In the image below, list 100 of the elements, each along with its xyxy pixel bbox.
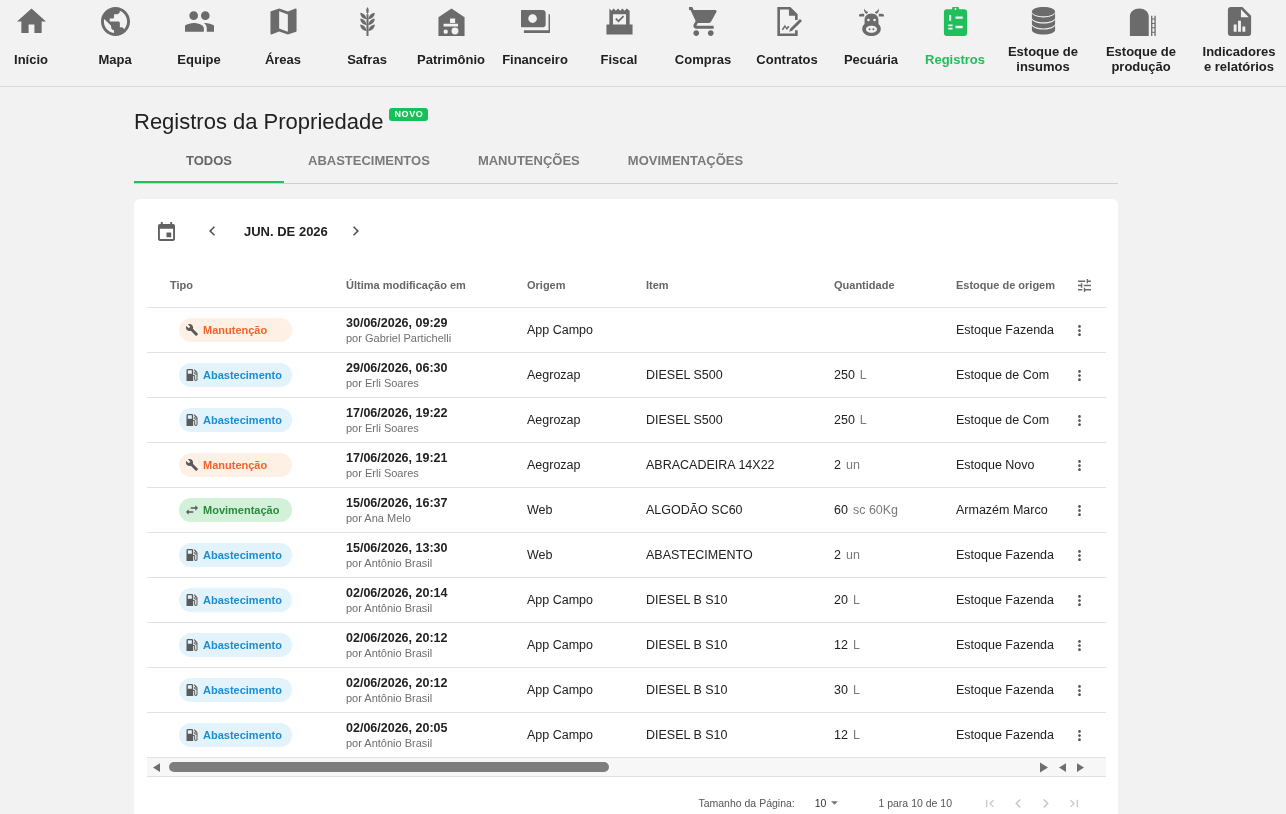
arrow-right-icon[interactable] [1040, 761, 1048, 773]
sliders-icon [1077, 278, 1091, 292]
arrow-left-icon[interactable] [1059, 762, 1066, 772]
more-vertical-icon [1077, 594, 1081, 606]
cart-icon [688, 7, 718, 36]
modified-date: 17/06/2026, 19:22 [346, 405, 448, 421]
last-page-icon [1070, 798, 1078, 808]
modified-date: 17/06/2026, 19:21 [346, 450, 448, 466]
type-label: Abastecimento [203, 729, 282, 741]
nav-item[interactable]: Áreas [241, 0, 325, 86]
column-header[interactable]: Estoque de origem [956, 279, 1056, 291]
modified-date: 02/06/2026, 20:14 [346, 585, 448, 601]
modified-date: 02/06/2026, 20:12 [346, 675, 448, 691]
column-header[interactable]: Última modificação em [346, 279, 466, 291]
stock-name: Estoque Fazenda [956, 593, 1054, 607]
nav-item[interactable]: Compras [661, 0, 745, 86]
quantity-unit: L [852, 683, 860, 697]
nav-item[interactable]: Contratos [745, 0, 829, 86]
tab[interactable]: TODOS [134, 137, 284, 183]
nav-item[interactable]: Início [0, 0, 62, 86]
item-name: ABASTECIMENTO [646, 548, 753, 562]
modified-date: 29/06/2026, 06:30 [346, 360, 448, 376]
quantity-value: 12 [834, 728, 848, 742]
page-range: 1 para 10 de 10 [878, 797, 952, 809]
more-vertical-icon [1077, 639, 1081, 651]
nav-item[interactable]: Equipe [157, 0, 241, 86]
column-header[interactable]: Origem [527, 279, 566, 291]
quantity-value: 2 [834, 458, 841, 472]
quantity-value: 250 [834, 368, 855, 382]
page-size-select[interactable]: 10 [814, 795, 839, 811]
receipt-check-icon [604, 7, 634, 36]
type-label: Abastecimento [203, 369, 282, 381]
tab[interactable]: MOVIMENTAÇÕES [603, 137, 768, 183]
fuel-pump-icon [186, 594, 198, 606]
nav-item[interactable]: Pecuária [829, 0, 913, 86]
barn-tractor-icon [436, 7, 466, 36]
quantity-value: 30 [834, 683, 848, 697]
fuel-pump-icon [186, 549, 198, 561]
nav-item[interactable]: Financeiro [493, 0, 577, 86]
wrench-icon [186, 324, 198, 336]
more-vertical-icon [1077, 549, 1081, 561]
nav-item[interactable]: Safras [325, 0, 409, 86]
column-header[interactable]: Item [646, 279, 669, 291]
banknotes-icon [520, 7, 550, 36]
item-name: DIESEL B S10 [646, 638, 728, 652]
nav-item[interactable]: Estoque de produção [1089, 0, 1193, 86]
month-label: JUN. DE 2026 [244, 223, 328, 239]
map-icon [268, 7, 298, 36]
nav-item[interactable]: Mapa [73, 0, 157, 86]
item-name: DIESEL B S10 [646, 728, 728, 742]
quantity-value: 60 [834, 503, 848, 517]
tab[interactable]: ABASTECIMENTOS [284, 137, 454, 183]
stock-name: Estoque Fazenda [956, 323, 1054, 337]
fuel-pump-icon [186, 414, 198, 426]
stock-name: Estoque Fazenda [956, 638, 1054, 652]
nav-item[interactable]: Indicadores e relatórios [1193, 0, 1285, 86]
origin-name: Aegrozap [527, 458, 581, 472]
origin-name: Aegrozap [527, 368, 581, 382]
modified-by: por Ana Melo [346, 511, 411, 525]
fuel-pump-icon [186, 639, 198, 651]
origin-name: App Campo [527, 683, 593, 697]
item-name: DIESEL S500 [646, 368, 723, 382]
wrench-icon [186, 459, 198, 471]
modified-date: 02/06/2026, 20:12 [346, 630, 448, 646]
scrollbar-thumb[interactable] [169, 762, 609, 772]
type-label: Abastecimento [203, 639, 282, 651]
column-header[interactable]: Quantidade [834, 279, 895, 291]
more-vertical-icon [1077, 324, 1081, 336]
modified-date: 15/06/2026, 16:37 [346, 495, 448, 511]
swap-arrows-icon [186, 504, 198, 516]
tab[interactable]: MANUTENÇÕES [453, 137, 604, 183]
modified-by: por Erli Soares [346, 376, 419, 390]
type-label: Abastecimento [203, 414, 282, 426]
stock-name: Estoque Novo [956, 458, 1035, 472]
arrow-right-icon[interactable] [1077, 762, 1084, 772]
first-page-icon [986, 798, 994, 808]
fuel-pump-icon [186, 684, 198, 696]
arrow-left-icon[interactable] [153, 762, 160, 772]
quantity-value: 2 [834, 548, 841, 562]
nav-item[interactable]: Estoque de insumos [997, 0, 1089, 86]
column-header[interactable]: Tipo [170, 279, 193, 291]
item-name: ALGODÃO SC60 [646, 503, 743, 517]
nav-item[interactable]: Fiscal [577, 0, 661, 86]
quantity-value: 20 [834, 593, 848, 607]
quantity-value: 12 [834, 638, 848, 652]
home-icon [16, 7, 46, 36]
stock-name: Estoque Fazenda [956, 548, 1054, 562]
more-vertical-icon [1077, 504, 1081, 516]
modified-by: por Antônio Brasil [346, 736, 433, 750]
origin-name: Aegrozap [527, 413, 581, 427]
modified-date: 02/06/2026, 20:05 [346, 720, 448, 736]
origin-name: Web [527, 503, 553, 517]
new-badge: NOVO [389, 108, 429, 121]
page-title: Registros da Propriedade [134, 108, 384, 136]
stock-name: Armazém Marco [956, 503, 1048, 517]
item-name: ABRACADEIRA 14X22 [646, 458, 775, 472]
origin-name: App Campo [527, 728, 593, 742]
origin-name: App Campo [527, 323, 593, 337]
globe-icon [100, 7, 130, 36]
nav-item[interactable]: Patrimônio [409, 0, 493, 86]
